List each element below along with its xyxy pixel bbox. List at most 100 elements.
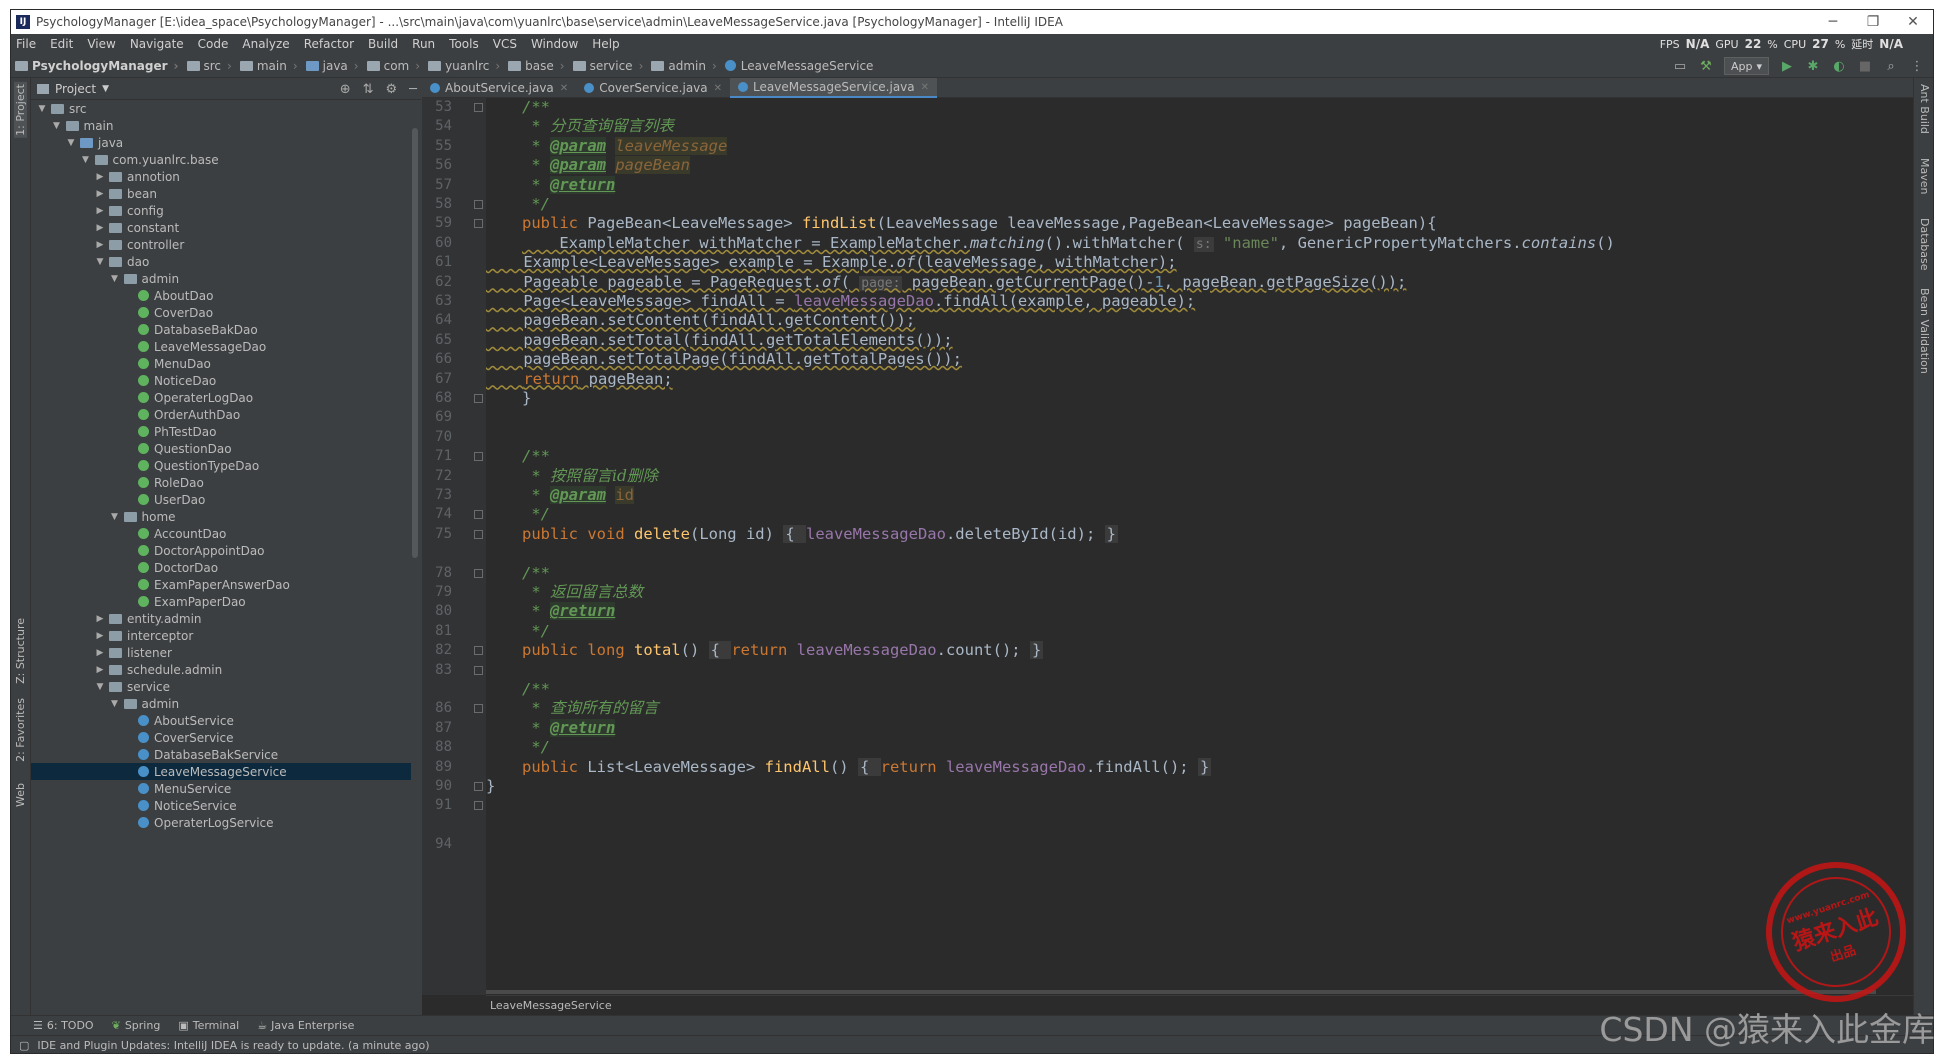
tree-item[interactable]: ▼ src — [31, 100, 411, 117]
menu-navigate[interactable]: Navigate — [123, 37, 191, 51]
tree-item[interactable]: ▼ java — [31, 134, 411, 151]
tree-item[interactable]: OperaterLogService — [31, 814, 411, 831]
tree-item[interactable]: DoctorAppointDao — [31, 542, 411, 559]
fold-marker[interactable] — [474, 646, 483, 656]
web-tool-button[interactable]: Web — [14, 783, 27, 807]
tree-item[interactable]: ▼ com.yuanlrc.base — [31, 151, 411, 168]
hide-icon[interactable]: ─ — [409, 82, 417, 97]
close-button[interactable]: ✕ — [1893, 10, 1933, 34]
tree-item[interactable]: CoverService — [31, 729, 411, 746]
breadcrumb-project[interactable]: PsychologyManager › — [11, 59, 183, 73]
fold-marker[interactable] — [474, 394, 483, 403]
favorites-tool-button[interactable]: 2: Favorites — [14, 698, 27, 762]
gear-icon[interactable]: ⚙ — [386, 82, 398, 97]
tree-scrollbar[interactable] — [412, 128, 418, 558]
breadcrumb-class[interactable]: LeaveMessageService — [721, 59, 878, 73]
ant-build-tool-button[interactable]: Ant Build — [1918, 84, 1931, 134]
menu-refactor[interactable]: Refactor — [297, 37, 361, 51]
more-icon[interactable]: ⋮ — [1909, 58, 1925, 74]
tree-item[interactable]: ▶ controller — [31, 236, 411, 253]
tree-item[interactable]: CoverDao — [31, 304, 411, 321]
todo-tool-button[interactable]: ☰ 6: TODO — [33, 1019, 94, 1032]
chevron-down-icon[interactable]: ▼ — [52, 121, 62, 131]
tab-about-service[interactable]: AboutService.java ✕ — [422, 78, 576, 98]
tree-item[interactable]: ExamPaperAnswerDao — [31, 576, 411, 593]
horizontal-scrollbar[interactable] — [486, 990, 1876, 994]
java-enterprise-tool-button[interactable]: ☕ Java Enterprise — [257, 1019, 354, 1032]
chevron-right-icon[interactable]: ▶ — [95, 189, 105, 199]
chevron-right-icon[interactable]: ▶ — [95, 240, 105, 250]
tree-item[interactable]: ▶ config — [31, 202, 411, 219]
tree-item[interactable]: OperaterLogDao — [31, 389, 411, 406]
breadcrumb-com[interactable]: com › — [363, 59, 424, 73]
chevron-down-icon[interactable]: ▼ — [110, 274, 120, 284]
chevron-right-icon[interactable]: ▶ — [95, 648, 105, 658]
tree-item[interactable]: RoleDao — [31, 474, 411, 491]
fold-marker[interactable] — [474, 665, 483, 675]
close-icon[interactable]: ✕ — [560, 83, 568, 94]
restore-button[interactable]: ❐ — [1853, 10, 1893, 34]
menu-analyze[interactable]: Analyze — [235, 37, 296, 51]
database-tool-button[interactable]: Database — [1918, 218, 1931, 271]
breadcrumb-java[interactable]: java › — [302, 59, 363, 73]
tree-item[interactable]: DatabaseBakDao — [31, 321, 411, 338]
code-area[interactable]: /** * 分页查询留言列表 * @param leaveMessage * @… — [486, 98, 1933, 995]
menu-file[interactable]: File — [11, 37, 43, 51]
chevron-down-icon[interactable]: ▼ — [95, 682, 105, 692]
menu-vcs[interactable]: VCS — [486, 37, 524, 51]
status-icon[interactable]: ▢ — [19, 1039, 29, 1052]
tree-item[interactable]: ▼ home — [31, 508, 411, 525]
tree-item[interactable]: ▶ listener — [31, 644, 411, 661]
stop-icon[interactable]: ■ — [1857, 58, 1873, 74]
chevron-right-icon[interactable]: ▶ — [95, 614, 105, 624]
breadcrumb-yuanlrc[interactable]: yuanlrc › — [424, 59, 504, 73]
fold-marker[interactable] — [474, 510, 483, 520]
tree-item[interactable]: DoctorDao — [31, 559, 411, 576]
fold-marker[interactable] — [474, 529, 483, 539]
breadcrumb-service[interactable]: service › — [569, 59, 648, 73]
chevron-right-icon[interactable]: ▶ — [95, 206, 105, 216]
chevron-down-icon[interactable]: ▼ — [110, 699, 120, 709]
breadcrumb-base[interactable]: base › — [504, 59, 568, 73]
chevron-down-icon[interactable]: ▼ — [95, 257, 105, 267]
menu-window[interactable]: Window — [524, 37, 585, 51]
tree-item[interactable]: ▼ service — [31, 678, 411, 695]
build-hammer-icon[interactable]: ⚒ — [1698, 58, 1714, 74]
menu-view[interactable]: View — [80, 37, 122, 51]
tab-cover-service[interactable]: CoverService.java ✕ — [576, 78, 730, 98]
collapse-icon[interactable]: ⇅ — [363, 82, 374, 97]
menu-build[interactable]: Build — [361, 37, 405, 51]
tree-item[interactable]: AboutService — [31, 712, 411, 729]
tab-leave-message-service[interactable]: LeaveMessageService.java ✕ — [730, 78, 938, 98]
tree-item[interactable]: ▼ admin — [31, 695, 411, 712]
chevron-right-icon[interactable]: ▶ — [95, 631, 105, 641]
fold-marker[interactable] — [474, 782, 483, 791]
tree-item[interactable]: NoticeDao — [31, 372, 411, 389]
status-message[interactable]: IDE and Plugin Updates: IntelliJ IDEA is… — [37, 1039, 429, 1052]
tree-item[interactable]: OrderAuthDao — [31, 406, 411, 423]
breadcrumb-main[interactable]: main › — [236, 59, 302, 73]
minimize-button[interactable]: ─ — [1813, 10, 1853, 34]
tree-item[interactable]: ▶ entity.admin — [31, 610, 411, 627]
tree-item[interactable]: AboutDao — [31, 287, 411, 304]
tree-item[interactable]: AccountDao — [31, 525, 411, 542]
tree-item[interactable]: ▼ dao — [31, 253, 411, 270]
coverage-icon[interactable]: ◐ — [1831, 58, 1847, 74]
fold-marker[interactable] — [474, 219, 483, 229]
fold-marker[interactable] — [474, 103, 483, 112]
tree-item[interactable]: PhTestDao — [31, 423, 411, 440]
tree-item[interactable]: ExamPaperDao — [31, 593, 411, 610]
tree-item[interactable]: ▼ main — [31, 117, 411, 134]
fold-marker[interactable] — [474, 801, 483, 811]
close-icon[interactable]: ✕ — [714, 83, 722, 94]
tree-item[interactable]: LeaveMessageDao — [31, 338, 411, 355]
terminal-tool-button[interactable]: ▣ Terminal — [178, 1019, 239, 1032]
fold-marker[interactable] — [474, 200, 483, 209]
menu-help[interactable]: Help — [585, 37, 626, 51]
run-config-select[interactable]: App ▾ — [1723, 57, 1769, 75]
chevron-down-icon[interactable]: ▼ — [110, 512, 120, 522]
menu-tools[interactable]: Tools — [442, 37, 486, 51]
tree-item[interactable]: ▶ constant — [31, 219, 411, 236]
tree-item[interactable]: ▶ schedule.admin — [31, 661, 411, 678]
bean-validation-tool-button[interactable]: Bean Validation — [1918, 288, 1931, 374]
